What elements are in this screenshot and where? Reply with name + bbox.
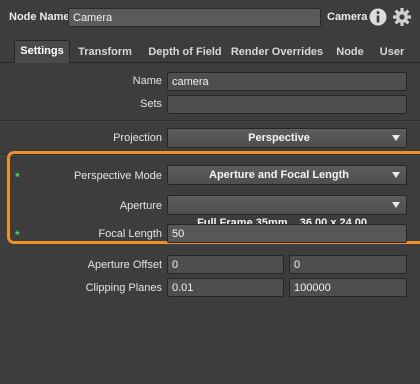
focal-length-label: Focal Length bbox=[98, 228, 162, 240]
node-type-label: Camera bbox=[327, 11, 368, 23]
tab-transform[interactable]: Transform bbox=[74, 43, 136, 62]
tab-settings[interactable]: Settings bbox=[14, 40, 70, 63]
chevron-down-icon bbox=[392, 172, 400, 178]
aperture-offset-label: Aperture Offset bbox=[87, 259, 162, 271]
info-icon[interactable] bbox=[368, 7, 388, 27]
clipping-far-field[interactable]: 100000 bbox=[289, 278, 407, 297]
name-label: Name bbox=[132, 75, 162, 87]
projection-value: Perspective bbox=[248, 132, 310, 144]
sets-field[interactable] bbox=[167, 95, 407, 114]
node-name-label: Node Name bbox=[9, 11, 70, 23]
gear-icon[interactable] bbox=[392, 7, 412, 27]
sets-label: Sets bbox=[139, 98, 162, 110]
clipping-near-field[interactable]: 0.01 bbox=[167, 278, 284, 297]
tab-depth-of-field[interactable]: Depth of Field bbox=[143, 43, 227, 62]
perspective-mode-value: Aperture and Focal Length bbox=[209, 169, 349, 181]
projection-dropdown[interactable]: Perspective bbox=[167, 128, 407, 148]
chevron-down-icon bbox=[392, 135, 400, 141]
tab-user[interactable]: User bbox=[374, 43, 410, 62]
name-field[interactable]: camera bbox=[167, 72, 407, 91]
aperture-dropdown[interactable]: Full Frame 35mm 36.00 x 24.00 bbox=[167, 195, 407, 229]
tab-render-overrides[interactable]: Render Overrides bbox=[229, 43, 325, 62]
aperture-label: Aperture bbox=[119, 200, 162, 212]
clipping-planes-label: Clipping Planes bbox=[85, 282, 162, 294]
aperture-offset-y-field[interactable]: 0 bbox=[289, 255, 407, 274]
tab-node[interactable]: Node bbox=[332, 43, 368, 62]
perspective-mode-dropdown[interactable]: Aperture and Focal Length bbox=[167, 165, 407, 185]
node-name-input[interactable]: Camera bbox=[68, 8, 321, 27]
aperture-offset-x-field[interactable]: 0 bbox=[167, 255, 284, 274]
projection-label: Projection bbox=[113, 132, 162, 144]
section-divider-highlight bbox=[0, 121, 420, 122]
perspective-mode-label: Perspective Mode bbox=[73, 170, 162, 182]
chevron-down-icon bbox=[392, 202, 400, 208]
focal-length-field[interactable]: 50 bbox=[167, 224, 407, 243]
